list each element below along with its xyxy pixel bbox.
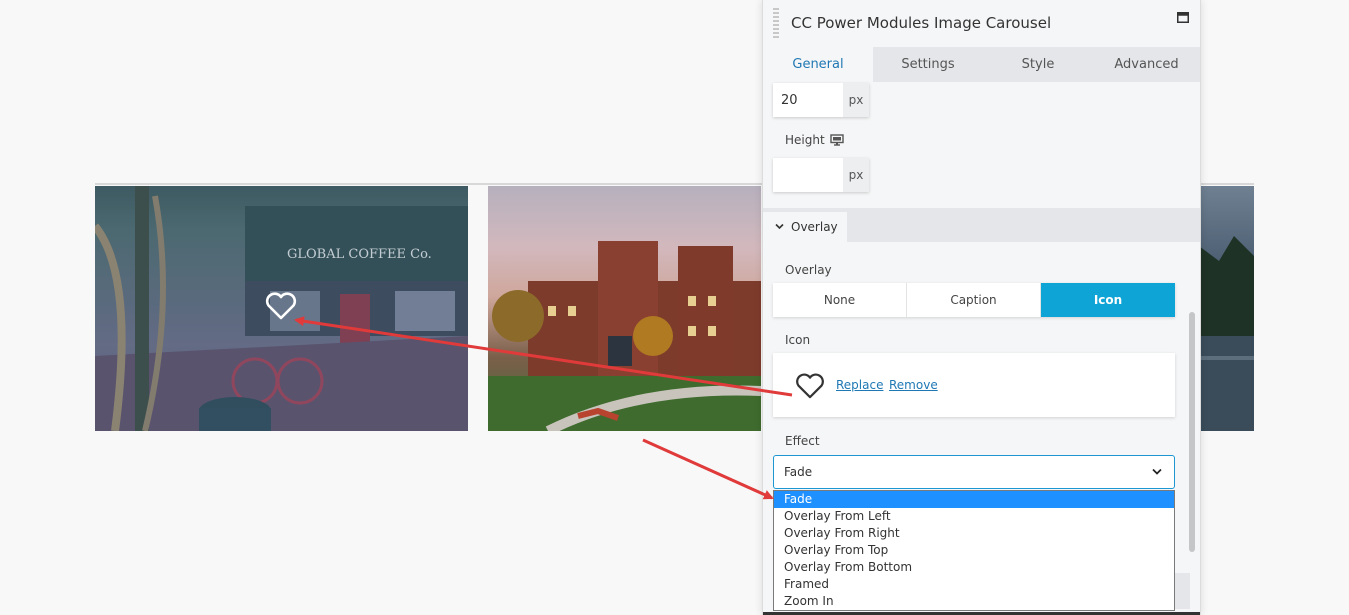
effect-select[interactable]: Fade: [773, 455, 1175, 489]
heart-icon: [265, 292, 297, 320]
tab-general[interactable]: General: [763, 47, 873, 82]
width-input[interactable]: [773, 83, 851, 117]
effect-option-overlay-from-bottom[interactable]: Overlay From Bottom: [774, 559, 1174, 576]
overlay-section-title: Overlay: [791, 220, 838, 234]
effect-option-framed[interactable]: Framed: [774, 576, 1174, 593]
effect-option-overlay-from-right[interactable]: Overlay From Right: [774, 525, 1174, 542]
arrow-to-fade-option: [642, 438, 774, 500]
panel-scrollbar[interactable]: [1189, 312, 1196, 552]
width-unit[interactable]: px: [843, 83, 869, 117]
overlay-option-none[interactable]: None: [773, 283, 907, 317]
overlay-option-caption[interactable]: Caption: [907, 283, 1041, 317]
replace-icon-link[interactable]: Replace: [836, 378, 883, 392]
overlay-type-selector: None Caption Icon: [773, 283, 1175, 317]
tab-settings[interactable]: Settings: [873, 47, 983, 82]
overlay-option-icon[interactable]: Icon: [1041, 283, 1175, 317]
settings-panel: CC Power Modules Image Carousel General …: [762, 0, 1201, 615]
effect-option-zoom-in[interactable]: Zoom In: [774, 593, 1174, 610]
height-unit[interactable]: px: [843, 158, 869, 192]
effect-option-overlay-from-left[interactable]: Overlay From Left: [774, 508, 1174, 525]
heart-outline-icon: [796, 373, 824, 399]
carousel-slide-lake[interactable]: [1199, 186, 1254, 431]
effect-dropdown-list: Fade Overlay From Left Overlay From Righ…: [773, 490, 1175, 611]
chevron-down-icon: [1152, 468, 1162, 475]
width-field: px: [773, 83, 869, 117]
chevron-down-icon: [775, 223, 784, 230]
overlay-section-toggle[interactable]: Overlay: [763, 212, 847, 242]
tab-advanced[interactable]: Advanced: [1093, 47, 1200, 82]
overlay-label: Overlay: [785, 263, 832, 277]
panel-title: CC Power Modules Image Carousel: [791, 14, 1052, 32]
panel-scrollbar-thumb[interactable]: [1189, 312, 1195, 552]
height-input[interactable]: [773, 158, 851, 192]
height-field: px: [773, 158, 869, 192]
height-label: Height: [785, 133, 825, 147]
building-scene: [488, 241, 761, 431]
remove-icon-link[interactable]: Remove: [889, 378, 938, 392]
tab-style[interactable]: Style: [983, 47, 1093, 82]
next-section-edge: [1175, 573, 1190, 609]
overlay-section-header: Overlay: [763, 208, 1200, 242]
maximize-icon[interactable]: [1177, 12, 1189, 23]
panel-header[interactable]: CC Power Modules Image Carousel: [763, 0, 1200, 47]
carousel-slide-building[interactable]: [488, 186, 761, 431]
effect-select-value: Fade: [784, 465, 813, 479]
carousel-slide-storefront[interactable]: GLOBAL COFFEE Co.: [95, 186, 468, 431]
monitor-icon[interactable]: [830, 134, 844, 146]
icon-picker: Replace Remove: [773, 353, 1175, 417]
lake-scene: [1199, 236, 1254, 431]
panel-tabs: General Settings Style Advanced: [763, 47, 1200, 82]
effect-option-overlay-from-top[interactable]: Overlay From Top: [774, 542, 1174, 559]
effect-option-fade[interactable]: Fade: [774, 491, 1174, 508]
drag-handle-icon[interactable]: [773, 8, 779, 40]
icon-label: Icon: [785, 333, 811, 347]
effect-label: Effect: [785, 434, 820, 448]
